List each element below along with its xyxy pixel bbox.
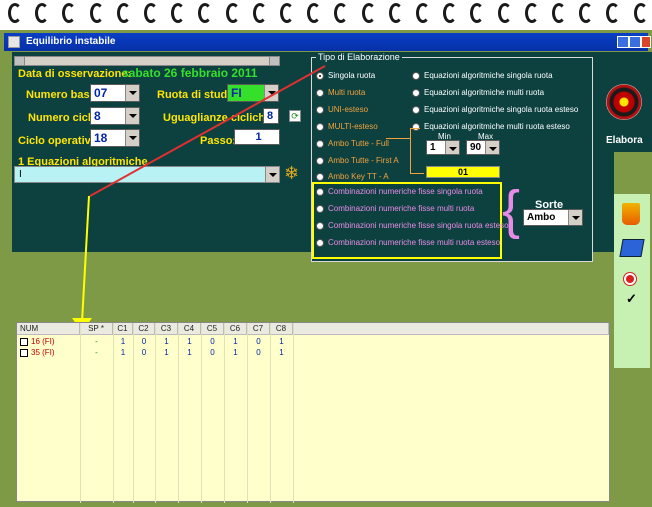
column-header[interactable]: C2 <box>133 323 155 335</box>
column-header[interactable]: C1 <box>113 323 133 335</box>
row-checkbox[interactable] <box>20 338 28 346</box>
cell: 0 <box>256 348 261 357</box>
cell: 1 <box>164 337 169 346</box>
cell: - <box>95 348 98 357</box>
row-checkbox[interactable] <box>20 349 28 357</box>
table-row[interactable]: 35 (FI) - 1 0 1 1 0 1 0 1 <box>17 348 609 359</box>
column-header[interactable]: C7 <box>247 323 270 335</box>
column-header[interactable]: C6 <box>224 323 247 335</box>
table-row[interactable]: 16 (FI) - 1 0 1 1 0 1 0 1 <box>17 337 609 348</box>
cell: 1 <box>233 348 238 357</box>
column-header[interactable]: C8 <box>270 323 293 335</box>
column-header[interactable]: SP * <box>80 323 113 335</box>
column-header[interactable]: C3 <box>155 323 178 335</box>
cell: 1 <box>279 337 284 346</box>
results-grid: NUM SP * C1 C2 C3 C4 C5 C6 C7 C8 16 (FI) -1 0 1 1 0 1 0 1 3… <box>16 322 610 503</box>
column-header[interactable]: C4 <box>178 323 201 335</box>
cell: 0 <box>141 348 147 357</box>
cell: 0 <box>256 337 261 346</box>
cell: - <box>95 337 98 346</box>
column-header[interactable]: C5 <box>201 323 224 335</box>
cell: 0 <box>210 337 215 346</box>
cell: 1 <box>233 337 238 346</box>
cell: 1 <box>120 348 126 357</box>
cell: 1 <box>120 337 126 346</box>
cell: 0 <box>210 348 215 357</box>
cell: 0 <box>141 337 147 346</box>
cell: 16 (FI) <box>31 337 55 346</box>
cell: 1 <box>164 348 169 357</box>
column-header-filler <box>293 323 609 335</box>
cell: 1 <box>187 337 192 346</box>
cell: 1 <box>279 348 284 357</box>
cell: 1 <box>187 348 192 357</box>
cell: 35 (FI) <box>31 348 55 357</box>
column-header[interactable]: NUM <box>17 323 80 335</box>
